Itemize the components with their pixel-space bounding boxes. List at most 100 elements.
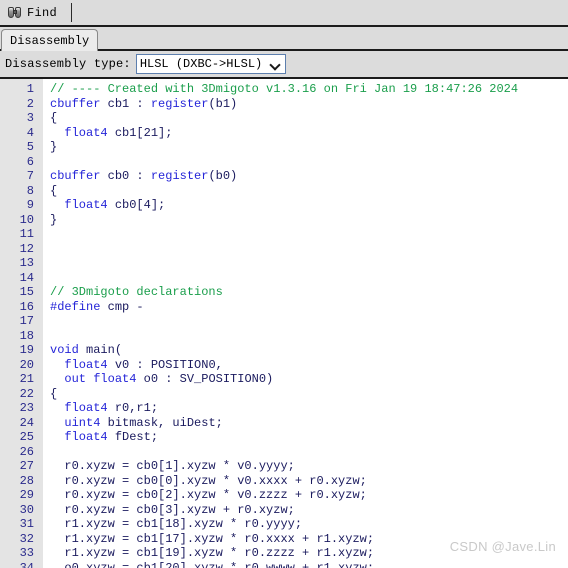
code-token: // 3Dmigoto declarations xyxy=(50,285,223,299)
code-text: r0.xyzw = cb0[2].xyzw * v0.zzzz + r0.xyz… xyxy=(50,488,367,503)
code-line: 25 float4 fDest; xyxy=(0,430,568,445)
code-text: float4 cb1[21]; xyxy=(50,126,172,141)
code-line: 30 r0.xyzw = cb0[3].xyzw + r0.xyzw; xyxy=(0,503,568,518)
code-token: cb1[21]; xyxy=(107,125,173,140)
code-line: 21 out float4 o0 : SV_POSITION0) xyxy=(0,372,568,387)
code-line: 10} xyxy=(0,213,568,228)
code-token: float4 xyxy=(64,357,108,372)
line-number: 5 xyxy=(26,140,34,154)
line-number: 22 xyxy=(19,386,34,401)
code-text: r1.xyzw = cb1[19].xyzw * r0.zzzz + r1.xy… xyxy=(50,546,374,561)
disassembly-type-value: HLSL (DXBC->HLSL) xyxy=(139,57,263,71)
code-text: { xyxy=(50,184,57,199)
code-token: float4 xyxy=(64,198,108,212)
code-token: r0,r1; xyxy=(107,401,159,415)
line-number: 8 xyxy=(26,183,34,198)
code-text: void main( xyxy=(50,343,122,358)
code-token: { xyxy=(50,386,58,401)
line-number: 27 xyxy=(19,459,34,473)
tab-disassembly[interactable]: Disassembly xyxy=(1,29,99,51)
code-text: cbuffer cb0 : register(b0) xyxy=(50,169,237,184)
code-line: 26 xyxy=(0,445,568,460)
line-number: 14 xyxy=(19,270,34,285)
code-text: r0.xyzw = cb0[1].xyzw * v0.yyyy; xyxy=(50,459,295,474)
code-editor[interactable]: 1 // ---- Created with 3Dmigoto v1.3.16 o… xyxy=(0,79,568,568)
code-token: out xyxy=(64,372,87,386)
code-line: 34 o0.xyzw = cb1[20].xyzw * r0.wwww + r1… xyxy=(0,561,568,568)
code-text: o0.xyzw = cb1[20].xyzw * r0.wwww + r1.xy… xyxy=(50,561,374,568)
line-number: 3 xyxy=(26,111,34,125)
code-token: uint4 xyxy=(64,415,101,430)
line-number: 33 xyxy=(19,546,34,560)
code-line: 15 // 3Dmigoto declarations xyxy=(0,285,568,300)
code-line: 23 float4 r0,r1; xyxy=(0,401,568,416)
tab-disassembly-label: Disassembly xyxy=(10,33,90,48)
code-token: r0.xyzw = cb0[0].xyzw * v0.xxxx + r0.xyz… xyxy=(50,473,367,488)
code-text: r1.xyzw = cb1[17].xyzw * r0.xxxx + r1.xy… xyxy=(50,532,374,547)
code-token: float4 xyxy=(64,430,108,444)
code-text: float4 v0 : POSITION0, xyxy=(50,357,222,373)
line-number: 17 xyxy=(19,314,34,328)
code-token: register xyxy=(150,169,209,183)
code-token: // ---- Created with 3Dmigoto v1.3.16 on… xyxy=(50,82,519,96)
code-line: 2 cbuffer cb1 : register(b1) xyxy=(0,97,568,112)
code-token: r1.xyzw = cb1[17].xyzw * r0.xxxx + r1.xy… xyxy=(50,531,375,546)
code-text: // 3Dmigoto declarations xyxy=(50,285,223,300)
code-token: r0.xyzw = cb0[1].xyzw * v0.yyyy; xyxy=(50,459,295,473)
line-number: 7 xyxy=(26,169,34,183)
code-text: // ---- Created with 3Dmigoto v1.3.16 on… xyxy=(50,82,518,97)
code-line: 29 r0.xyzw = cb0[2].xyzw * v0.zzzz + r0.… xyxy=(0,488,568,503)
code-line: 5} xyxy=(0,140,568,155)
code-text: } xyxy=(50,213,57,228)
code-line: 7 cbuffer cb0 : register(b0) xyxy=(0,169,568,184)
code-token: { xyxy=(50,111,58,125)
code-token: cbuffer xyxy=(50,169,101,183)
code-token: { xyxy=(50,183,58,198)
code-line: 14 xyxy=(0,271,568,286)
code-line: 22 { xyxy=(0,387,568,402)
code-line: 20 float4 v0 : POSITION0, xyxy=(0,358,568,373)
code-token: r1.xyzw = cb1[18].xyzw * r0.yyyy; xyxy=(50,517,303,531)
line-number: 15 xyxy=(19,285,34,299)
code-line: 13 xyxy=(0,256,568,271)
code-text: float4 cb0[4]; xyxy=(50,198,165,213)
line-number: 18 xyxy=(19,328,34,343)
line-number: 28 xyxy=(19,473,34,488)
line-number: 32 xyxy=(19,531,34,546)
disassembly-type-select[interactable]: HLSL (DXBC->HLSL) xyxy=(135,54,287,74)
line-number: 2 xyxy=(26,96,34,111)
line-number: 21 xyxy=(19,372,34,386)
line-number: 16 xyxy=(19,299,34,314)
code-token: (b0) xyxy=(208,169,238,183)
find-button[interactable]: Find xyxy=(2,2,63,24)
line-number: 34 xyxy=(19,560,34,568)
code-token: cb0 : xyxy=(100,169,151,183)
code-token: r0.xyzw = cb0[2].xyzw * v0.zzzz + r0.xyz… xyxy=(50,488,367,502)
code-token: } xyxy=(50,140,58,154)
line-number: 30 xyxy=(19,502,34,517)
chevron-down-icon[interactable] xyxy=(270,59,281,70)
code-token: float4 xyxy=(93,372,137,386)
code-text: r0.xyzw = cb0[0].xyzw * v0.xxxx + r0.xyz… xyxy=(50,473,367,489)
code-token: float4 xyxy=(64,401,108,415)
line-number: 4 xyxy=(26,125,34,140)
code-line: 12 xyxy=(0,242,568,257)
code-token: float4 xyxy=(64,125,108,140)
code-text: out float4 o0 : SV_POSITION0) xyxy=(50,372,273,387)
code-token: o0 : SV_POSITION0) xyxy=(136,372,274,386)
code-token: r0.xyzw = cb0[3].xyzw + r0.xyzw; xyxy=(50,502,295,517)
code-line: 9 float4 cb0[4]; xyxy=(0,198,568,213)
code-text: } xyxy=(50,140,57,155)
code-token: void xyxy=(50,343,79,357)
code-text: #define cmp - xyxy=(50,300,144,315)
code-token: main( xyxy=(78,343,123,357)
code-token: } xyxy=(50,212,58,227)
binoculars-icon xyxy=(7,6,23,20)
toolbar: Find xyxy=(0,0,568,27)
disassembly-window: Find Disassembly Disassembly type: HLSL … xyxy=(0,0,568,568)
code-line: 28 r0.xyzw = cb0[0].xyzw * v0.xxxx + r0.… xyxy=(0,474,568,489)
